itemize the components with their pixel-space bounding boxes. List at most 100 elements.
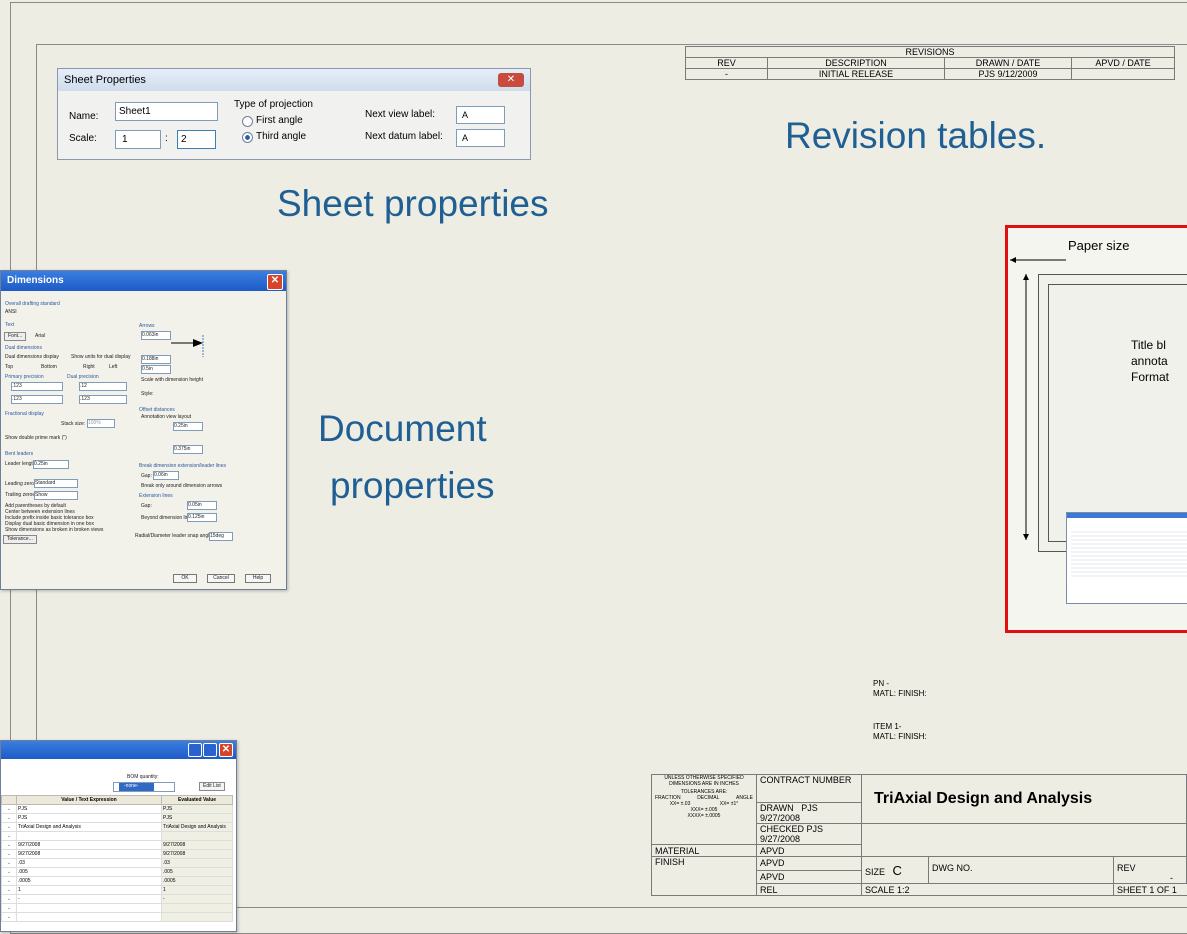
table-row[interactable]: ⌄ <box>1 912 233 922</box>
table-row[interactable]: ⌄ PJS PJS <box>1 813 233 823</box>
arrow-size-1[interactable]: 0.063in <box>141 331 171 340</box>
beyond-field[interactable]: 0.125in <box>187 513 217 522</box>
dual-precision-1[interactable]: .12 <box>79 382 127 391</box>
table-row[interactable]: ⌄ .03.03 <box>1 858 233 868</box>
decimal-text: DECIMAL <box>697 795 720 801</box>
third-angle-radio[interactable] <box>242 132 253 143</box>
revisions-table: REVISIONS REV DESCRIPTION DRAWN / DATE A… <box>685 46 1175 80</box>
row-dropdown-icon[interactable]: ⌄ <box>1 885 17 895</box>
first-angle-radio[interactable] <box>242 116 253 127</box>
row-dropdown-icon[interactable]: ⌄ <box>1 822 17 832</box>
ext-gap-field[interactable]: 0.05in <box>187 501 217 510</box>
show-units-option[interactable]: Show units for dual display <box>71 354 130 361</box>
value-cell[interactable]: 1 <box>16 885 162 895</box>
value-cell[interactable] <box>16 831 162 841</box>
table-row[interactable]: ⌄ TriAxial Design and Analysis TriAxial De… <box>1 822 233 832</box>
properties-titlebar: ✕ <box>1 741 236 759</box>
row-dropdown-icon[interactable]: ⌄ <box>1 813 17 823</box>
gap-field[interactable]: 0.06in <box>153 471 179 480</box>
arrow-preview-icon <box>171 335 204 357</box>
table-row[interactable]: ⌄ .0005.0005 <box>1 876 233 886</box>
arrow-size-3[interactable]: 0.5in <box>141 365 171 374</box>
leading-zeroes-select[interactable]: Standard <box>34 479 78 488</box>
scale-left-field[interactable]: 1 <box>115 130 161 149</box>
primary-precision-2[interactable]: .123 <box>11 395 63 404</box>
next-view-field[interactable]: A <box>456 106 505 124</box>
title-block: UNLESS OTHERWISE SPECIFIED DIMENSIONS AR… <box>651 774 1187 896</box>
value-cell[interactable]: PJS <box>16 804 162 814</box>
drawn-cell: DRAWN PJS 9/27/2008 <box>756 802 862 824</box>
value-cell[interactable]: 9/27/2008 <box>16 840 162 850</box>
gap-label: Gap: <box>141 473 152 479</box>
offset-field-2[interactable]: 0.375in <box>173 445 203 454</box>
value-cell[interactable]: PJS <box>16 813 162 823</box>
ok-button[interactable]: OK <box>173 574 197 583</box>
value-cell[interactable]: .03 <box>16 858 162 868</box>
evaluated-cell: .005 <box>161 867 233 877</box>
maximize-icon[interactable] <box>203 743 217 757</box>
evaluated-cell: PJS <box>161 804 233 814</box>
value-cell[interactable] <box>16 903 162 913</box>
trailing-zeroes-select[interactable]: Show <box>34 491 78 500</box>
offset-field-1[interactable]: 0.25in <box>173 422 203 431</box>
annotation-layout-option[interactable]: Annotation view layout <box>141 414 191 421</box>
value-cell[interactable]: 9/27/2008 <box>16 849 162 859</box>
row-dropdown-icon[interactable]: ⌄ <box>1 894 17 904</box>
item-notes: ITEM 1- MATL: FINISH: <box>873 722 927 742</box>
value-cell[interactable]: TriAxial Design and Analysis <box>16 822 162 832</box>
break-arrows-option[interactable]: Break only around dimension arrows <box>141 483 222 490</box>
row-dropdown-icon[interactable]: ⌄ <box>1 867 17 877</box>
double-prime-option[interactable]: Show double prime mark (") <box>5 435 67 442</box>
row-dropdown-icon[interactable]: ⌄ <box>1 903 17 913</box>
break-heading: Break dimension extension/leader lines <box>139 463 226 469</box>
scale-with-height-option[interactable]: Scale with dimension height <box>141 377 203 384</box>
row-dropdown-icon[interactable]: ⌄ <box>1 831 17 841</box>
close-icon[interactable]: ✕ <box>498 73 524 87</box>
scale-right-field[interactable]: 2 <box>177 130 216 149</box>
row-dropdown-icon[interactable]: ⌄ <box>1 858 17 868</box>
row-dropdown-icon[interactable]: ⌄ <box>1 840 17 850</box>
close-icon[interactable]: ✕ <box>219 743 233 757</box>
value-cell[interactable]: .005 <box>16 867 162 877</box>
help-button[interactable]: Help <box>245 574 271 583</box>
right-option[interactable]: Right <box>83 364 95 371</box>
table-row[interactable]: ⌄ - - <box>1 894 233 904</box>
dual-display-option[interactable]: Dual dimensions display <box>5 354 59 361</box>
arrow-size-2[interactable]: 0.188in <box>141 355 171 364</box>
cancel-button[interactable]: Cancel <box>207 574 235 583</box>
stack-size-field[interactable]: 100% <box>87 419 115 428</box>
value-cell[interactable]: - <box>16 894 162 904</box>
bottom-option[interactable]: Bottom <box>41 364 57 371</box>
row-dropdown-icon[interactable]: ⌄ <box>1 876 17 886</box>
primary-precision-1[interactable]: .123 <box>11 382 63 391</box>
row-dropdown-icon[interactable]: ⌄ <box>1 804 17 814</box>
radial-field[interactable]: 15deg <box>209 532 233 541</box>
table-row[interactable]: ⌄ <box>1 831 233 841</box>
material-cell: MATERIAL <box>651 844 757 857</box>
next-datum-field[interactable]: A <box>456 129 505 147</box>
minimize-icon[interactable] <box>188 743 202 757</box>
value-column-header: Value / Text Expression <box>16 795 162 805</box>
table-row[interactable]: ⌄ 9/27/2008 9/27/2008 <box>1 840 233 850</box>
table-row[interactable]: ⌄ 9/27/2008 9/27/2008 <box>1 849 233 859</box>
bom-quantity-select[interactable]: -none- <box>113 782 175 792</box>
top-option[interactable]: Top <box>5 364 13 371</box>
dual-precision-2[interactable]: .123 <box>79 395 127 404</box>
row-dropdown-icon[interactable]: ⌄ <box>1 849 17 859</box>
table-row[interactable]: ⌄ .005.005 <box>1 867 233 877</box>
value-cell[interactable]: .0005 <box>16 876 162 886</box>
revision-tables-callout: Revision tables. <box>785 115 1047 156</box>
broken-views-option[interactable]: Show dimensions as broken in broken view… <box>5 527 103 534</box>
tolerance-button[interactable]: Tolerance... <box>3 535 37 544</box>
edit-list-button[interactable]: Edit List <box>199 782 225 791</box>
table-row[interactable]: ⌄ PJS PJS <box>1 804 233 814</box>
table-row[interactable]: ⌄ <box>1 903 233 913</box>
table-row[interactable]: ⌄ 1 1 <box>1 885 233 895</box>
row-dropdown-icon[interactable]: ⌄ <box>1 912 17 922</box>
font-button[interactable]: Font... <box>4 332 27 341</box>
left-option[interactable]: Left <box>109 364 117 371</box>
close-icon[interactable]: ✕ <box>267 274 283 290</box>
name-field[interactable]: Sheet1 <box>115 102 218 121</box>
value-cell[interactable] <box>16 912 162 922</box>
leader-length-field[interactable]: 0.25in <box>33 460 69 469</box>
